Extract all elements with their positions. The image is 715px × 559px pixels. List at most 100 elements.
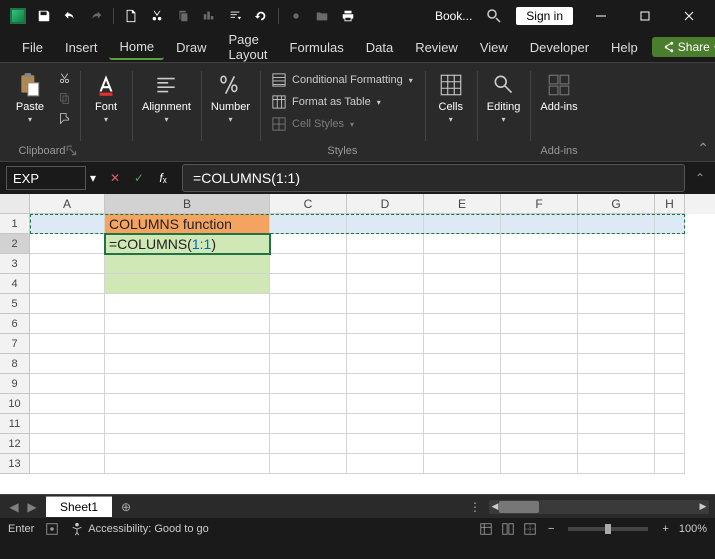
conditional-formatting-button[interactable]: Conditional Formatting▾	[266, 69, 419, 91]
cell-H8[interactable]	[655, 354, 685, 374]
cell-H2[interactable]	[655, 234, 685, 254]
zoom-slider[interactable]	[568, 527, 648, 531]
new-file-button[interactable]	[119, 4, 143, 28]
cell-E8[interactable]	[424, 354, 501, 374]
row-header-9[interactable]: 9	[0, 374, 30, 394]
cell-B6[interactable]	[105, 314, 270, 334]
row-header-10[interactable]: 10	[0, 394, 30, 414]
menu-page-layout[interactable]: Page Layout	[219, 28, 278, 66]
expand-formula-bar-button[interactable]: ⌃	[691, 169, 709, 187]
document-title[interactable]: Book...	[435, 9, 472, 23]
zoom-out-button[interactable]: −	[548, 523, 554, 535]
refresh-button[interactable]	[249, 4, 273, 28]
cell-B10[interactable]	[105, 394, 270, 414]
cell-A8[interactable]	[30, 354, 105, 374]
cell-C8[interactable]	[270, 354, 347, 374]
cell-F9[interactable]	[501, 374, 578, 394]
cell-B1[interactable]: COLUMNS function	[105, 214, 270, 234]
row-header-8[interactable]: 8	[0, 354, 30, 374]
cell-B12[interactable]	[105, 434, 270, 454]
cell-A1[interactable]	[30, 214, 105, 234]
cell-E7[interactable]	[424, 334, 501, 354]
touch-button[interactable]	[284, 4, 308, 28]
cancel-formula-button[interactable]: ✕	[104, 167, 126, 189]
cell-C7[interactable]	[270, 334, 347, 354]
row-header-3[interactable]: 3	[0, 254, 30, 274]
cell-H6[interactable]	[655, 314, 685, 334]
name-box[interactable]: EXP	[6, 166, 86, 190]
cell-E11[interactable]	[424, 414, 501, 434]
cell-C5[interactable]	[270, 294, 347, 314]
column-header-G[interactable]: G	[578, 194, 655, 214]
row-header-12[interactable]: 12	[0, 434, 30, 454]
cut-button[interactable]	[145, 4, 169, 28]
scroll-right-icon[interactable]: ▶	[697, 500, 709, 514]
cell-G12[interactable]	[578, 434, 655, 454]
cell-B3[interactable]	[105, 254, 270, 274]
page-layout-view-button[interactable]	[500, 521, 516, 537]
accessibility-status[interactable]: Accessibility: Good to go	[70, 522, 208, 536]
column-header-B[interactable]: B	[105, 194, 270, 214]
sign-in-button[interactable]: Sign in	[516, 7, 573, 25]
name-box-dropdown[interactable]: ▾	[90, 171, 96, 185]
cell-F8[interactable]	[501, 354, 578, 374]
copy-button[interactable]	[171, 4, 195, 28]
cut-button[interactable]	[54, 69, 74, 87]
cell-A3[interactable]	[30, 254, 105, 274]
cell-E6[interactable]	[424, 314, 501, 334]
maximize-button[interactable]	[623, 0, 667, 32]
cell-D2[interactable]	[347, 234, 424, 254]
addins-button[interactable]: Add-ins	[536, 69, 581, 116]
cell-A10[interactable]	[30, 394, 105, 414]
cell-D10[interactable]	[347, 394, 424, 414]
row-header-4[interactable]: 4	[0, 274, 30, 294]
cells-button[interactable]: Cells ▾	[431, 69, 471, 126]
cell-F10[interactable]	[501, 394, 578, 414]
cell-B4[interactable]	[105, 274, 270, 294]
menu-insert[interactable]: Insert	[55, 36, 108, 59]
editing-button[interactable]: Editing ▾	[483, 69, 525, 126]
tab-scroll-menu[interactable]: ⋮	[469, 500, 481, 514]
cell-F1[interactable]	[501, 214, 578, 234]
save-button[interactable]	[32, 4, 56, 28]
cell-H3[interactable]	[655, 254, 685, 274]
cell-G11[interactable]	[578, 414, 655, 434]
cell-A4[interactable]	[30, 274, 105, 294]
column-header-D[interactable]: D	[347, 194, 424, 214]
cell-C10[interactable]	[270, 394, 347, 414]
cell-B2[interactable]: =COLUMNS(1:1)	[105, 234, 270, 254]
menu-draw[interactable]: Draw	[166, 36, 216, 59]
cell-C13[interactable]	[270, 454, 347, 474]
cell-H11[interactable]	[655, 414, 685, 434]
cell-C9[interactable]	[270, 374, 347, 394]
format-as-table-button[interactable]: Format as Table▾	[266, 91, 387, 113]
cell-G3[interactable]	[578, 254, 655, 274]
cell-styles-button[interactable]: Cell Styles▾	[266, 113, 360, 135]
cell-E10[interactable]	[424, 394, 501, 414]
cell-G2[interactable]	[578, 234, 655, 254]
row-header-1[interactable]: 1	[0, 214, 30, 234]
number-button[interactable]: Number ▾	[207, 69, 254, 126]
close-button[interactable]	[667, 0, 711, 32]
cell-F5[interactable]	[501, 294, 578, 314]
cell-C2[interactable]	[270, 234, 347, 254]
page-break-view-button[interactable]	[522, 521, 538, 537]
menu-data[interactable]: Data	[356, 36, 403, 59]
cell-F4[interactable]	[501, 274, 578, 294]
cell-E9[interactable]	[424, 374, 501, 394]
cell-G9[interactable]	[578, 374, 655, 394]
cell-D4[interactable]	[347, 274, 424, 294]
cell-F13[interactable]	[501, 454, 578, 474]
row-header-6[interactable]: 6	[0, 314, 30, 334]
chart-button[interactable]	[197, 4, 221, 28]
cell-C1[interactable]	[270, 214, 347, 234]
cell-E5[interactable]	[424, 294, 501, 314]
cell-D7[interactable]	[347, 334, 424, 354]
menu-home[interactable]: Home	[109, 35, 164, 60]
cell-G5[interactable]	[578, 294, 655, 314]
cell-E3[interactable]	[424, 254, 501, 274]
zoom-level[interactable]: 100%	[679, 523, 707, 535]
column-header-F[interactable]: F	[501, 194, 578, 214]
cell-D8[interactable]	[347, 354, 424, 374]
folder-button[interactable]	[310, 4, 334, 28]
